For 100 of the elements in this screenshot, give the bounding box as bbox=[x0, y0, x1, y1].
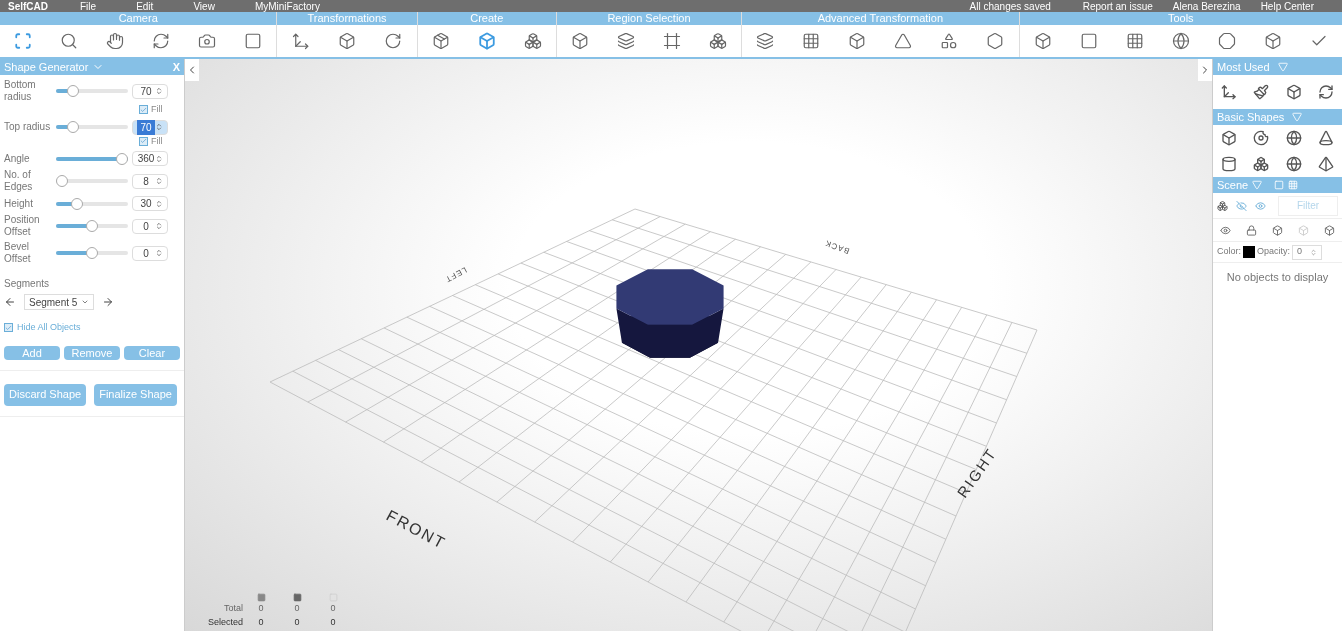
stats-value: 0 bbox=[329, 602, 337, 615]
param-label: No. of Edges bbox=[4, 169, 34, 193]
menu-item[interactable]: MyMiniFactory bbox=[254, 2, 320, 12]
slider-thumb[interactable] bbox=[86, 220, 98, 232]
toolbar-group-label: Transformations bbox=[277, 12, 417, 25]
opacity-field[interactable]: 0 bbox=[1292, 244, 1323, 260]
rotate-icon bbox=[384, 32, 403, 50]
spinner-icon[interactable] bbox=[155, 199, 163, 208]
sphere-icon[interactable] bbox=[1285, 130, 1302, 146]
slider[interactable] bbox=[56, 152, 128, 165]
segments-label: Segments bbox=[4, 277, 51, 291]
square-icon bbox=[1079, 32, 1098, 50]
param-label: Height bbox=[4, 197, 34, 210]
header-link[interactable]: Report an issue bbox=[1082, 2, 1153, 12]
toolbar-group-label: Tools bbox=[1019, 12, 1342, 25]
slider-thumb[interactable] bbox=[71, 197, 83, 210]
cylinder-icon[interactable] bbox=[1221, 156, 1238, 172]
param-label: Bottom radius bbox=[4, 79, 37, 103]
refresh-icon[interactable] bbox=[1317, 84, 1334, 100]
slider[interactable] bbox=[56, 85, 128, 97]
next-arrow-icon[interactable] bbox=[102, 296, 114, 308]
spinner-icon[interactable] bbox=[155, 154, 163, 163]
slider-thumb[interactable] bbox=[56, 175, 68, 187]
slider[interactable] bbox=[56, 197, 128, 210]
slider-thumb[interactable] bbox=[116, 152, 128, 165]
checkbox[interactable] bbox=[139, 136, 148, 146]
stats-label: Selected bbox=[206, 615, 243, 629]
hexagon-icon bbox=[986, 32, 1005, 50]
collapse-left-button[interactable] bbox=[185, 59, 199, 81]
header-link[interactable]: Help Center bbox=[1260, 2, 1314, 12]
fill-label: Fill bbox=[151, 103, 163, 116]
menu-item[interactable]: Edit bbox=[136, 2, 154, 12]
globe-icon bbox=[1171, 32, 1190, 50]
spinner-icon[interactable] bbox=[155, 222, 163, 230]
cone-icon[interactable] bbox=[1317, 130, 1334, 146]
segment-select[interactable]: Segment 5 bbox=[24, 294, 94, 310]
grid-icon bbox=[1125, 32, 1144, 50]
lock-icon[interactable] bbox=[1246, 224, 1258, 236]
previous-arrow-icon[interactable] bbox=[4, 296, 16, 308]
number-field[interactable]: 70 bbox=[132, 119, 168, 135]
package-icon bbox=[431, 32, 450, 50]
cubes-icon bbox=[709, 32, 728, 50]
number-field[interactable]: 0 bbox=[132, 218, 168, 234]
number-field[interactable]: 8 bbox=[132, 173, 168, 189]
spinner-icon[interactable] bbox=[155, 123, 163, 131]
number-field[interactable]: 30 bbox=[132, 196, 168, 211]
slider[interactable] bbox=[56, 247, 128, 259]
brush-icon[interactable] bbox=[1253, 84, 1270, 100]
torus-icon[interactable] bbox=[1253, 130, 1270, 146]
solid-square-icon bbox=[256, 593, 266, 602]
number-field[interactable]: 70 bbox=[132, 83, 168, 99]
spinner-icon[interactable] bbox=[155, 249, 163, 257]
cube-icon[interactable] bbox=[1221, 130, 1238, 146]
number-field[interactable]: 0 bbox=[132, 245, 168, 261]
slider-thumb[interactable] bbox=[66, 85, 79, 97]
slider-thumb[interactable] bbox=[86, 247, 98, 259]
color-swatch[interactable] bbox=[1243, 246, 1255, 258]
triangle-icon bbox=[894, 32, 913, 50]
number-field[interactable]: 360 bbox=[132, 151, 168, 166]
cluster-icon[interactable] bbox=[1253, 156, 1270, 172]
cubes-icon[interactable] bbox=[1217, 199, 1228, 212]
spinner-icon[interactable] bbox=[155, 87, 163, 95]
slider[interactable] bbox=[56, 175, 128, 187]
stats-value: 0 bbox=[293, 602, 301, 615]
toolbar-group-label: Advanced Transformation bbox=[742, 12, 1019, 25]
search-icon bbox=[60, 32, 79, 50]
section-title: Scene bbox=[1217, 177, 1249, 193]
logo: SelfCAD bbox=[8, 2, 48, 12]
cube-icon[interactable] bbox=[1285, 84, 1302, 100]
spinner-icon[interactable] bbox=[155, 177, 163, 185]
sphere-icon[interactable] bbox=[1285, 156, 1302, 172]
collapse-right-button[interactable] bbox=[1198, 59, 1212, 81]
cube-icon[interactable] bbox=[1272, 224, 1283, 236]
empty-message: No objects to display bbox=[1225, 270, 1330, 285]
toolbar-group-label: Camera bbox=[0, 12, 277, 25]
toolbar-group-label: Create bbox=[417, 12, 556, 25]
toolbar-group-label: Region Selection bbox=[556, 12, 742, 25]
shapes-icon bbox=[940, 32, 959, 50]
refresh-icon bbox=[152, 32, 171, 50]
move-icon[interactable] bbox=[1221, 84, 1238, 100]
cube-icon bbox=[570, 32, 589, 50]
eye-icon[interactable] bbox=[1220, 224, 1232, 236]
filter-field[interactable]: Filter bbox=[1278, 195, 1338, 216]
slider-thumb[interactable] bbox=[66, 121, 79, 133]
cube-icon[interactable] bbox=[1323, 224, 1335, 236]
move-icon bbox=[291, 32, 310, 50]
header-link[interactable]: Alena Berezina bbox=[1172, 2, 1241, 12]
pyramid-icon[interactable] bbox=[1317, 156, 1334, 172]
checkbox[interactable] bbox=[4, 323, 13, 333]
menu-item[interactable]: File bbox=[80, 2, 97, 12]
camera-icon bbox=[198, 32, 217, 50]
menu-item[interactable]: View bbox=[193, 2, 215, 12]
slider[interactable] bbox=[56, 220, 128, 232]
hand-icon bbox=[106, 32, 125, 50]
slider[interactable] bbox=[56, 121, 128, 133]
spinner-icon bbox=[1310, 248, 1318, 256]
param-label: Position Offset bbox=[4, 214, 41, 238]
checkbox[interactable] bbox=[139, 105, 148, 115]
opacity-label: Opacity: bbox=[1257, 245, 1291, 259]
frame-icon bbox=[14, 32, 33, 50]
